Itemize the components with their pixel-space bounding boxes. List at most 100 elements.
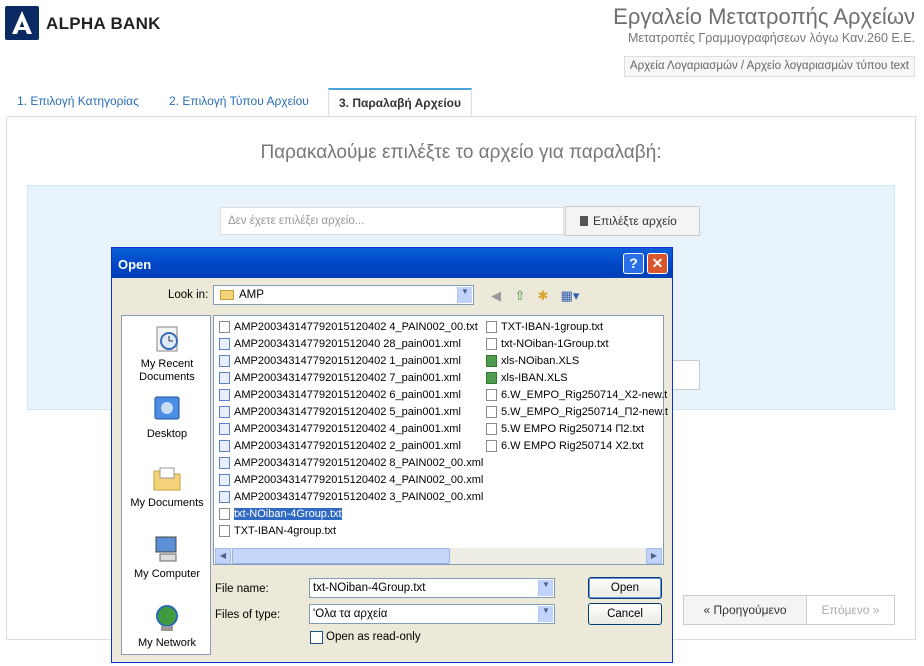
scroll-left-icon[interactable]: ◀ (215, 548, 231, 564)
file-name: TXT-IBAN-4group.txt (234, 525, 337, 537)
file-item[interactable]: AMP200343147792015120402 4_pain001.xml (217, 421, 461, 437)
place-label: My Recent Documents (139, 358, 195, 383)
file-item[interactable]: 5.W_EMPO_Rig250714_Π2-new.t (484, 404, 668, 420)
new-folder-icon[interactable]: ✱ (535, 288, 551, 304)
cancel-button[interactable]: Cancel (588, 603, 662, 625)
tab-select-category[interactable]: 1. Επιλογή Κατηγορίας (7, 88, 149, 116)
tab-upload-file[interactable]: 3. Παραλαβή Αρχείου (328, 88, 472, 116)
file-item[interactable]: AMP200343147792015120402 7_pain001.xml (217, 370, 461, 386)
xls-file-icon (486, 355, 497, 367)
read-only-checkbox[interactable] (310, 631, 323, 644)
look-in-label: Look in: (168, 289, 209, 301)
file-item[interactable]: TXT-IBAN-1group.txt (484, 319, 603, 335)
xml-file-icon (219, 423, 230, 435)
my-computer-icon (151, 533, 183, 565)
file-icon (580, 216, 588, 226)
look-in-combo[interactable]: AMP ▼ (213, 285, 474, 305)
txt-file-icon (219, 525, 230, 537)
file-item[interactable]: AMP20034314779201512040 28_pain001.xml (217, 336, 461, 352)
up-folder-icon[interactable]: ⇧ (512, 288, 528, 304)
file-name: AMP200343147792015120402 5_pain001.xml (234, 406, 461, 418)
file-item[interactable]: AMP200343147792015120402 3_PAIN002_00.xm… (217, 489, 483, 505)
txt-file-icon (486, 423, 497, 435)
open-dialog: Open ? ✕ Look in: AMP ▼ ◀ ⇧ ✱ ▦▾ My Rece… (111, 247, 673, 663)
xml-file-icon (219, 474, 230, 486)
back-icon[interactable]: ◀ (488, 288, 504, 304)
brand-name: ALPHA BANK (46, 14, 161, 33)
files-of-type-value: 'Ολα τα αρχεία (313, 608, 388, 620)
file-item[interactable]: txt-NOiban-4Group.txt (217, 506, 343, 522)
choose-file-label: Επιλέξτε αρχείο (593, 214, 677, 228)
file-item[interactable]: AMP200343147792015120402 6_pain001.xml (217, 387, 461, 403)
look-in-value: AMP (239, 289, 264, 301)
file-item[interactable]: xls-NOiban.XLS (484, 353, 579, 369)
xls-file-icon (486, 372, 497, 384)
file-item[interactable]: xls-IBAN.XLS (484, 370, 568, 386)
horizontal-scrollbar[interactable]: ◀ ▶ (215, 548, 662, 564)
file-item[interactable]: AMP200343147792015120402 8_PAIN002_00.xm… (217, 455, 483, 471)
scroll-thumb[interactable] (232, 548, 450, 564)
file-name: AMP200343147792015120402 6_pain001.xml (234, 389, 461, 401)
open-button[interactable]: Open (588, 577, 662, 599)
file-name: txt-NOiban-1Group.txt (501, 338, 609, 350)
file-name: xls-IBAN.XLS (501, 372, 568, 384)
read-only-label: Open as read-only (326, 631, 421, 643)
xml-file-icon (219, 372, 230, 384)
txt-file-icon (219, 321, 230, 333)
upload-button[interactable] (670, 360, 700, 390)
choose-file-button[interactable]: Επιλέξτε αρχείο (565, 206, 700, 236)
chevron-down-icon[interactable]: ▼ (538, 606, 553, 622)
files-of-type-select[interactable]: 'Ολα τα αρχεία ▼ (309, 604, 555, 624)
close-button[interactable]: ✕ (647, 253, 668, 274)
tab-select-file-type[interactable]: 2. Επιλογή Τύπου Αρχείου (159, 88, 319, 116)
place-label: My Network (137, 637, 197, 649)
next-button[interactable]: Επόμενο » (806, 595, 895, 625)
chevron-down-icon[interactable]: ▼ (457, 287, 472, 303)
file-item[interactable]: AMP200343147792015120402 5_pain001.xml (217, 404, 461, 420)
file-item[interactable]: AMP200343147792015120402 1_pain001.xml (217, 353, 461, 369)
place-my-documents[interactable]: My Documents (122, 462, 212, 510)
xml-file-icon (219, 406, 230, 418)
file-item[interactable]: 6.W_EMPO_Rig250714_X2-new.t (484, 387, 667, 403)
file-item[interactable]: TXT-IBAN-4group.txt (217, 523, 336, 539)
file-name: 5.W_EMPO_Rig250714_Π2-new.t (501, 406, 668, 418)
scroll-right-icon[interactable]: ▶ (646, 548, 662, 564)
file-name-label: File name: (215, 583, 269, 595)
file-item[interactable]: 5.W EMPO Rig250714 Π2.txt (484, 421, 644, 437)
file-name-field[interactable]: txt-NOiban-4Group.txt ▼ (309, 578, 555, 598)
file-name: AMP200343147792015120402 3_PAIN002_00.xm… (234, 491, 484, 503)
file-item[interactable]: AMP200343147792015120402 2_pain001.xml (217, 438, 461, 454)
help-button[interactable]: ? (623, 253, 644, 274)
file-item[interactable]: AMP200343147792015120402 4_PAIN002_00.xm… (217, 472, 483, 488)
place-my-network[interactable]: My Network (122, 602, 212, 650)
my-network-icon (151, 602, 183, 634)
place-label: My Computer (133, 568, 201, 580)
dialog-title: Open (118, 257, 152, 272)
my-documents-icon (151, 462, 183, 494)
file-item[interactable]: AMP200343147792015120402 4_PAIN002_00.tx… (217, 319, 478, 335)
file-name: AMP200343147792015120402 8_PAIN002_00.xm… (234, 457, 484, 469)
place-my-computer[interactable]: My Computer (122, 533, 212, 581)
alpha-logo-icon (12, 11, 32, 34)
dialog-titlebar[interactable]: Open ? ✕ (112, 248, 672, 278)
xml-file-icon (219, 338, 230, 350)
view-menu-icon[interactable]: ▦▾ (558, 288, 582, 304)
file-item[interactable]: 6.W EMPO Rig250714 X2.txt (484, 438, 643, 454)
place-desktop[interactable]: Desktop (122, 393, 212, 441)
files-of-type-label: Files of type: (215, 609, 281, 621)
xml-file-icon (219, 491, 230, 503)
file-item[interactable]: txt-NOiban-1Group.txt (484, 336, 609, 352)
place-recent-documents[interactable]: My Recent Documents (122, 323, 212, 384)
file-name: xls-NOiban.XLS (501, 355, 580, 367)
previous-button[interactable]: « Προηγούμενο (683, 595, 807, 625)
file-name: AMP200343147792015120402 2_pain001.xml (234, 440, 461, 452)
alpha-bank-logo (5, 6, 39, 40)
xml-file-icon (219, 389, 230, 401)
xml-file-icon (219, 440, 230, 452)
file-name: 6.W EMPO Rig250714 X2.txt (501, 440, 644, 452)
selected-file-field[interactable]: Δεν έχετε επιλέξει αρχείο... (220, 207, 564, 235)
chevron-down-icon[interactable]: ▼ (538, 580, 553, 596)
breadcrumb: Αρχεία Λογαριασμών / Αρχείο λογαριασμών … (623, 56, 915, 77)
recent-documents-icon (151, 323, 183, 355)
desktop-icon (151, 393, 183, 425)
